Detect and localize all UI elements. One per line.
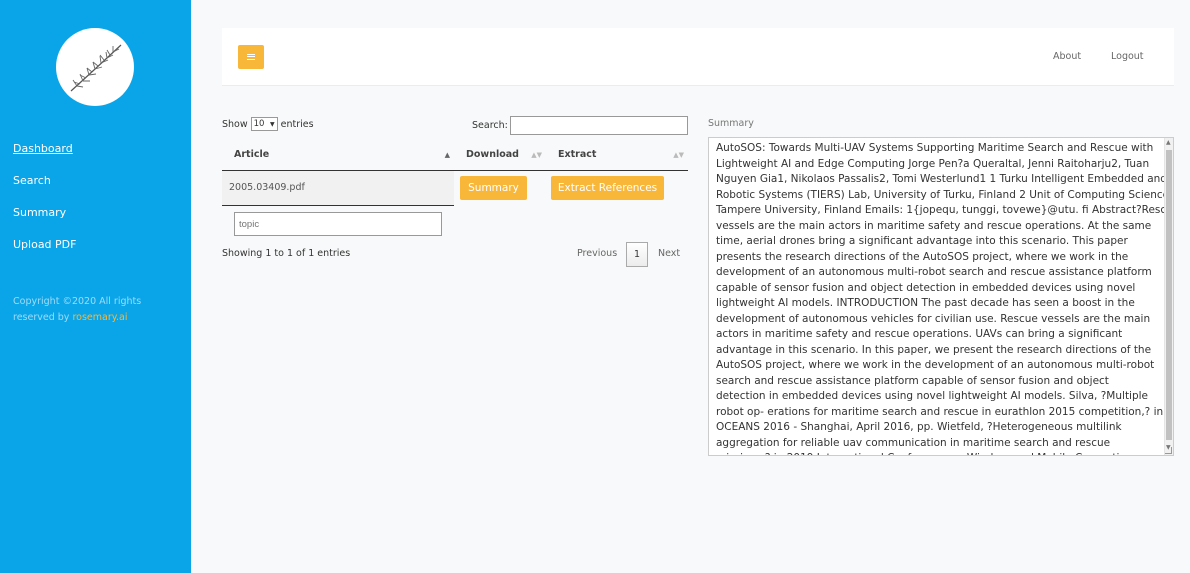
article-cell: 2005.03409.pdf — [222, 171, 454, 206]
summary-line: detection in embedded devices using nove… — [716, 390, 1149, 402]
table-info: Showing 1 to 1 of 1 entries — [222, 248, 351, 259]
sort-asc-icon: ▲ — [444, 151, 450, 159]
copyright: Copyright ©2020 All rights reserved by r… — [13, 294, 183, 326]
summary-line: Nguyen Gia1, Nikolaos Passalis2, Tomi We… — [716, 173, 1167, 185]
logout-link[interactable]: Logout — [1111, 51, 1144, 62]
search-label: Search: — [472, 120, 508, 131]
summary-line: AutoSOS project, where we work in the de… — [716, 359, 1155, 371]
summary-line: development of an autonomous multi-robot… — [716, 266, 1152, 278]
summary-line: AutoSOS: Towards Multi-UAV Systems Suppo… — [716, 142, 1154, 154]
summary-line: Robotic Systems (TIERS) Lab, University … — [716, 188, 1174, 201]
logo[interactable] — [56, 28, 134, 106]
top-navbar: About Logout — [222, 28, 1174, 86]
show-entries: Show 10 ▼ entries — [222, 117, 314, 131]
pagination-next[interactable]: Next — [658, 248, 680, 259]
summary-line: presents the research directions of the … — [716, 250, 1129, 263]
sidebar-item-label: Search — [13, 174, 51, 187]
about-link[interactable]: About — [1053, 51, 1081, 62]
summary-line: robot op- erations for maritime search a… — [716, 405, 1164, 418]
sort-icon: ▲▼ — [531, 151, 542, 159]
copyright-brand-link[interactable]: rosemary.ai — [72, 312, 127, 323]
sidebar-item-label: Upload PDF — [13, 238, 77, 251]
summary-line: OCEANS 2016 - Shanghai, April 2016, pp. … — [716, 421, 1122, 433]
summary-line: search and rescue assistance platform ca… — [716, 374, 1109, 387]
summary-line: development of autonomous vehicles for c… — [716, 312, 1151, 325]
summary-line: lightweight AI models. INTRODUCTION The … — [716, 297, 1135, 309]
sidebar-item-search[interactable]: Search — [13, 173, 76, 205]
summary-line: capable of sensor fusion and object dete… — [716, 281, 1136, 294]
summary-line: aggregation for reliable uav communicati… — [716, 436, 1111, 449]
sidebar-item-summary[interactable]: Summary — [13, 205, 76, 237]
summary-line: Lightweight AI and Edge Computing Jorge … — [716, 157, 1150, 170]
entries-label: entries — [280, 118, 314, 130]
chevron-down-icon: ▼ — [270, 120, 275, 128]
table-row: 2005.03409.pdf Summary Extract Reference… — [222, 171, 688, 206]
column-header-extract[interactable]: Extract ▲▼ — [546, 141, 688, 171]
summary-text: AutoSOS: Towards Multi-UAV Systems Suppo… — [716, 141, 1174, 455]
summary-scrollbar[interactable]: ▲ ▼ — [1164, 138, 1173, 455]
pagination-page-1[interactable]: 1 — [626, 242, 648, 267]
entries-select[interactable]: 10 ▼ — [250, 117, 278, 131]
summary-textarea[interactable]: AutoSOS: Towards Multi-UAV Systems Suppo… — [708, 137, 1174, 456]
summary-button[interactable]: Summary — [460, 176, 527, 200]
summary-line: time, aerial drones bring a significant … — [716, 235, 1128, 247]
scroll-up-icon[interactable]: ▲ — [1166, 140, 1171, 146]
show-label: Show — [222, 118, 248, 130]
summary-line: advantage in this scenario. In this pape… — [716, 343, 1152, 356]
column-header-download[interactable]: Download ▲▼ — [454, 141, 546, 171]
hamburger-icon — [247, 54, 255, 60]
summary-label: Summary — [708, 118, 754, 129]
sort-icon: ▲▼ — [673, 151, 684, 159]
sidebar: Dashboard Search Summary Upload PDF Copy… — [0, 0, 191, 573]
pagination-previous[interactable]: Previous — [577, 248, 617, 259]
sidebar-item-upload-pdf[interactable]: Upload PDF — [13, 237, 76, 269]
summary-line: Tampere University, Finland Emails: 1{jo… — [716, 204, 1174, 216]
entries-value: 10 — [253, 119, 265, 129]
column-header-article[interactable]: Article ▲ — [222, 141, 454, 171]
extract-references-button[interactable]: Extract References — [551, 176, 664, 200]
sidebar-item-label: Dashboard — [13, 142, 73, 155]
rosemary-sprig-icon — [70, 44, 122, 92]
scroll-thumb[interactable] — [1166, 150, 1172, 440]
sidebar-nav: Dashboard Search Summary Upload PDF — [13, 141, 76, 269]
summary-line: missions,? in 2019 International Confere… — [716, 451, 1162, 455]
search-input[interactable] — [510, 116, 688, 135]
summary-line: actors in maritime safety and rescue ope… — [716, 328, 1123, 340]
resize-grip-icon[interactable] — [1165, 447, 1172, 454]
column-header-label: Extract — [558, 149, 597, 160]
topic-input[interactable] — [234, 212, 442, 236]
sidebar-item-label: Summary — [13, 206, 67, 219]
sidebar-item-dashboard[interactable]: Dashboard — [13, 141, 76, 173]
column-header-label: Download — [466, 149, 519, 160]
summary-line: vessels are the main actors in maritime … — [716, 219, 1152, 232]
column-header-label: Article — [234, 149, 270, 160]
sidebar-toggle-button[interactable] — [238, 45, 264, 69]
